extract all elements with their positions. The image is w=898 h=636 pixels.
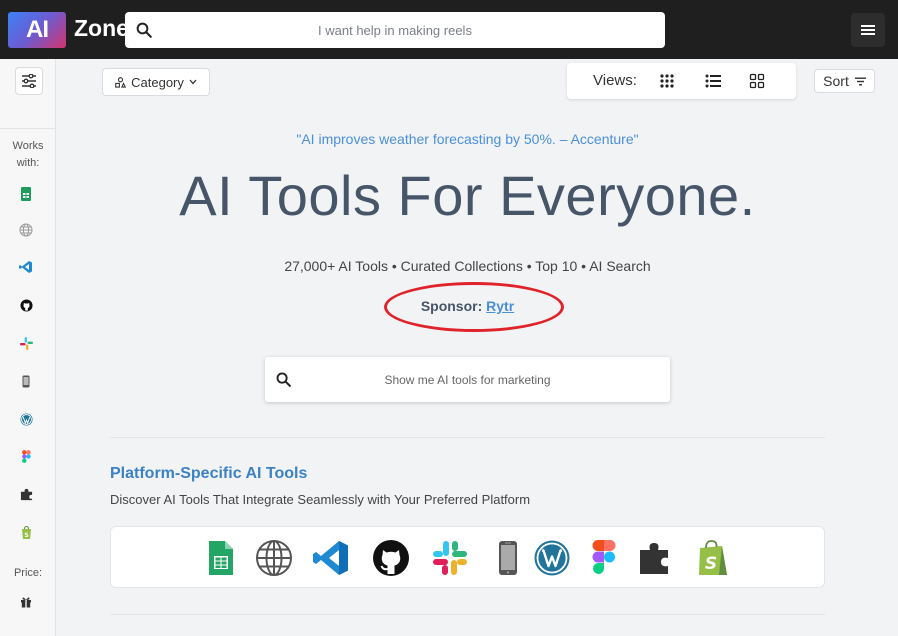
puzzle-icon[interactable] [637,539,675,577]
slack-icon[interactable] [431,539,469,577]
gift-icon[interactable] [18,594,34,610]
sidebar-divider [0,128,56,129]
google-sheets-icon[interactable] [201,539,239,577]
search-icon[interactable] [135,21,153,39]
main-search-input[interactable] [265,357,670,402]
svg-text:S: S [24,532,28,539]
platform-icons-row: S [110,526,825,588]
platform-section-title[interactable]: Platform-Specific AI Tools [110,465,307,483]
list-view-icon[interactable] [705,73,721,89]
sponsor-highlight-ring [384,282,564,332]
figma-icon[interactable] [18,448,34,464]
globe-icon[interactable] [18,222,34,238]
top-bar: AI Zones [0,0,898,59]
sliders-icon [22,74,36,88]
vscode-icon[interactable] [18,259,34,275]
category-label: Category [131,74,184,90]
header-search [125,12,665,48]
search-icon[interactable] [275,371,292,388]
works-with-label: Works [12,140,44,152]
logo-mark[interactable]: AI [8,12,66,48]
views-switcher: Views: [567,63,796,99]
shopify-icon[interactable]: S [18,524,34,540]
svg-text:S: S [705,554,717,574]
header-search-input[interactable] [125,12,665,48]
price-label: Price: [13,567,43,579]
section-divider [110,437,825,438]
figma-icon[interactable] [585,539,623,577]
slack-icon[interactable] [18,335,34,351]
hero-stats: 27,000+ AI Tools • Curated Collections •… [284,258,651,274]
shapes-icon [115,76,127,88]
left-sidebar: Works with: S Price: [0,59,56,636]
platform-section-subtitle: Discover AI Tools That Integrate Seamles… [110,492,531,507]
sort-button[interactable]: Sort [814,69,875,93]
puzzle-icon[interactable] [18,486,34,502]
sort-lines-icon [854,77,866,85]
mobile-icon[interactable] [18,373,34,389]
filter-button[interactable] [15,67,43,95]
github-icon[interactable] [18,297,34,313]
globe-icon[interactable] [255,539,293,577]
views-label: Views: [593,72,637,89]
google-sheets-icon[interactable] [18,186,34,202]
hamburger-icon [861,25,875,35]
category-dropdown[interactable]: Category [102,68,210,96]
chevron-down-icon [189,79,197,85]
wordpress-icon[interactable] [18,411,34,427]
page-title: AI Tools For Everyone. [179,164,756,227]
hero-quote: "AI improves weather forecasting by 50%.… [296,131,639,147]
wordpress-icon[interactable] [533,539,571,577]
sort-label: Sort [823,73,849,89]
grid-dots-icon[interactable] [659,73,675,89]
menu-button[interactable] [851,13,885,47]
shopify-icon[interactable]: S [694,539,732,577]
works-with-label-2: with: [16,157,40,169]
section-divider [110,614,825,615]
main-search [265,357,670,402]
vscode-icon[interactable] [312,539,350,577]
card-grid-icon[interactable] [749,73,765,89]
github-icon[interactable] [372,539,410,577]
mobile-icon[interactable] [489,539,527,577]
